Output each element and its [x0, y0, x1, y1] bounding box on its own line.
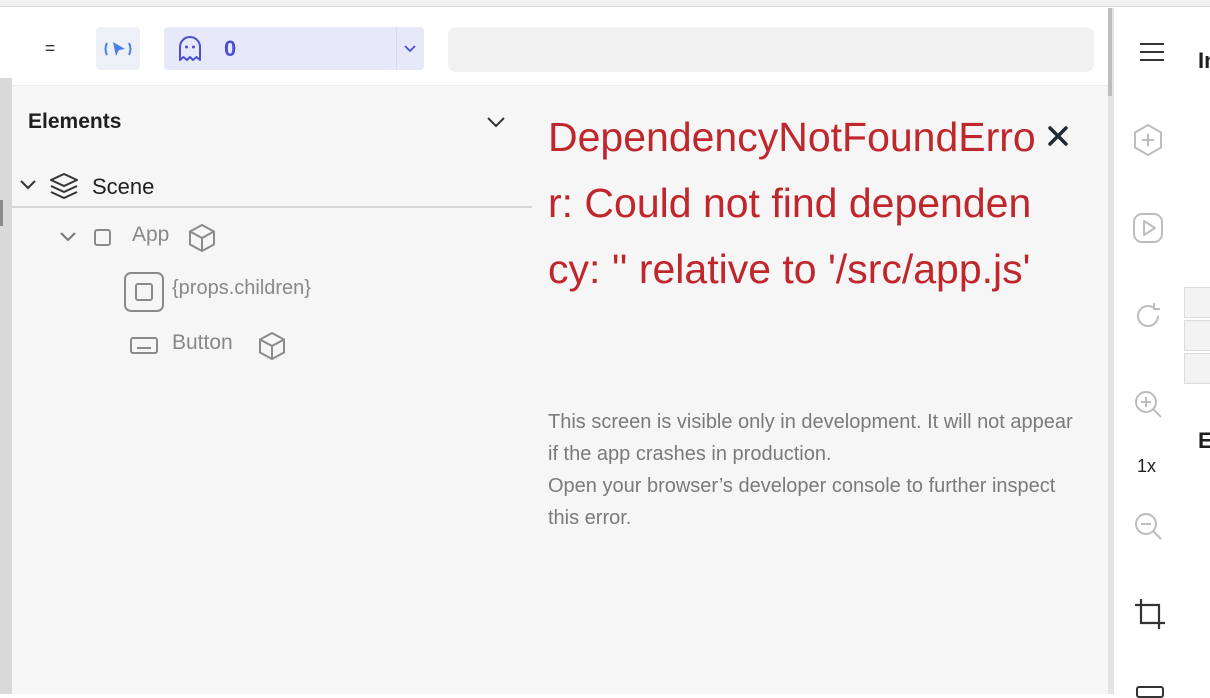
error-title: DependencyNotFoundError: Could not find … [548, 114, 1036, 292]
elements-panel-title: Elements [28, 110, 122, 133]
crop-button[interactable] [1130, 594, 1170, 634]
cube-icon [259, 332, 285, 360]
chevron-down-icon [487, 117, 505, 128]
play-icon [1133, 213, 1163, 243]
select-mode-icon [104, 41, 132, 56]
button-icon [130, 337, 158, 354]
zoom-out-button[interactable] [1128, 506, 1168, 546]
chevron-down-icon[interactable] [58, 226, 78, 246]
hamburger-icon [1140, 43, 1164, 61]
zoom-out-icon [1135, 513, 1162, 540]
add-button[interactable] [1128, 120, 1168, 160]
elements-panel-toggle[interactable] [482, 110, 510, 134]
cube-icon [189, 224, 215, 252]
zoom-level: 1x [1137, 456, 1157, 476]
tree-label-app[interactable]: App [132, 223, 169, 247]
left-edge-panel [0, 78, 12, 694]
inspector-section-peek: E [1198, 428, 1210, 453]
crop-icon [1135, 599, 1165, 629]
tree-label-props-children[interactable]: {props.children} [172, 277, 311, 300]
left-edge-notch [0, 200, 3, 226]
select-mode-button[interactable] [96, 27, 140, 70]
device-frame-button[interactable] [1136, 686, 1164, 698]
menu-icon: = [44, 37, 56, 58]
main-area: Elements Scene App {props.children} Butt… [12, 86, 1108, 694]
zoom-in-icon [1135, 391, 1162, 418]
play-button[interactable] [1128, 208, 1168, 248]
tree-label-button[interactable]: Button [172, 331, 233, 355]
error-description-line1: This screen is visible only in developme… [548, 411, 1073, 465]
component-icon [124, 272, 164, 312]
tree-row-scene[interactable]: Scene [12, 164, 532, 208]
ghost-selector[interactable]: 0 [164, 27, 424, 70]
ghost-selector-divider [396, 27, 397, 70]
error-description-line2: Open your browser’s developer console to… [548, 475, 1056, 529]
close-icon [1048, 126, 1068, 146]
zoom-in-button[interactable] [1128, 384, 1168, 424]
close-button[interactable] [1042, 120, 1074, 152]
square-icon [94, 229, 111, 246]
toolbar: = 0 [0, 8, 1108, 86]
error-description: This screen is visible only in developme… [548, 406, 1088, 534]
inspector-fields-peek [1184, 287, 1210, 386]
tree-label-scene: Scene [92, 174, 155, 199]
inspector-title-peek: In [1198, 48, 1210, 73]
chevron-down-icon[interactable] [18, 174, 38, 194]
chevron-down-icon[interactable] [402, 41, 418, 55]
menu-button[interactable]: = [36, 34, 64, 62]
search-input[interactable] [448, 27, 1094, 72]
add-circle-icon [1134, 124, 1162, 156]
window-top-border [0, 0, 1210, 7]
refresh-button[interactable] [1128, 296, 1168, 336]
ghost-icon [179, 36, 201, 61]
layers-icon [50, 173, 78, 199]
hamburger-button[interactable] [1132, 32, 1172, 72]
refresh-icon [1137, 303, 1160, 327]
ghost-count: 0 [224, 36, 237, 61]
